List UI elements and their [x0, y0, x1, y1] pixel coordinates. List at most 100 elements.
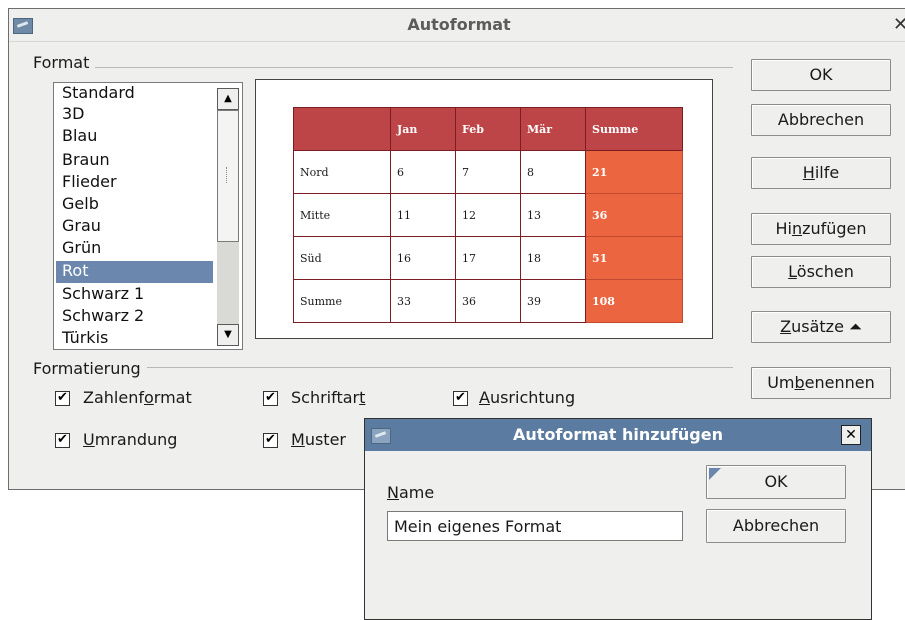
table-cell-sum: 51	[585, 236, 683, 280]
title-bar[interactable]: Autoformat hinzufügen ✕	[365, 419, 871, 451]
table-cell: 16	[390, 236, 456, 280]
list-item[interactable]: Schwarz 2	[56, 306, 213, 328]
format-preview: Jan Feb Mär Summe Nord 6 7 8 21 Mitte 11…	[255, 79, 713, 339]
close-icon[interactable]: ✕	[841, 425, 861, 445]
table-cell: 8	[520, 150, 586, 194]
alignment-checkbox[interactable]: ✔	[453, 391, 468, 406]
format-listbox[interactable]: Standard 3D Blau Braun Flieder Gelb Grau…	[53, 82, 243, 350]
grip-icon	[226, 167, 229, 183]
more-label: usätze	[791, 317, 844, 336]
dialog-title: Autoformat	[407, 15, 511, 34]
list-item[interactable]: 3D	[56, 104, 213, 126]
number-format-checkbox[interactable]: ✔	[55, 391, 70, 406]
table-cell	[293, 107, 391, 151]
label-mnemonic: t	[359, 388, 366, 407]
label-mnemonic: A	[479, 388, 490, 407]
label-mnemonic: o	[143, 388, 154, 407]
more-mnemonic: Z	[780, 317, 792, 336]
close-icon[interactable]: ✕	[893, 14, 905, 36]
table-cell: 36	[455, 279, 521, 323]
pattern-checkbox[interactable]: ✔	[263, 433, 278, 448]
list-item[interactable]: Grau	[56, 216, 213, 238]
cancel-button[interactable]: Abbrechen	[751, 104, 891, 136]
format-group-separator	[93, 67, 733, 68]
label-part: Schriftar	[291, 388, 360, 407]
collapse-arrow-icon: ⏶	[849, 317, 862, 336]
border-label[interactable]: Umrandung	[83, 430, 177, 449]
font-label[interactable]: Schriftart	[291, 388, 365, 407]
table-cell: Jan	[390, 107, 456, 151]
table-row: Nord 6 7 8 21	[293, 150, 683, 194]
help-label: ilfe	[814, 163, 840, 182]
scroll-up-icon[interactable]: ▲	[217, 88, 239, 110]
table-cell: 6	[390, 150, 456, 194]
list-item[interactable]: Braun	[56, 150, 213, 172]
list-item[interactable]: Standard	[56, 83, 213, 105]
label-part: Zahlenf	[83, 388, 144, 407]
table-cell: 7	[455, 150, 521, 194]
table-cell: Nord	[293, 150, 391, 194]
list-item[interactable]: Grün	[56, 238, 213, 260]
title-bar[interactable]: Autoformat ✕	[9, 9, 905, 42]
dialog-title: Autoformat hinzufügen	[513, 425, 723, 444]
label-part: uster	[304, 430, 346, 449]
add-label-post: zufügen	[802, 219, 867, 238]
table-cell: Mitte	[293, 193, 391, 237]
list-scrollbar[interactable]: ▲ ▼	[217, 88, 239, 346]
list-item[interactable]: Schwarz 1	[56, 284, 213, 306]
list-item[interactable]: Türkis	[56, 328, 213, 349]
help-button[interactable]: Hilfe	[751, 157, 891, 189]
table-cell-sum: 108	[585, 279, 683, 323]
label-mnemonic: U	[83, 430, 95, 449]
label-mnemonic: M	[291, 430, 305, 449]
format-group-label: Format	[33, 53, 96, 72]
delete-button[interactable]: Löschen	[751, 256, 891, 288]
pattern-label[interactable]: Muster	[291, 430, 346, 449]
name-input[interactable]: Mein eigenes Format	[387, 511, 683, 541]
table-cell: 33	[390, 279, 456, 323]
table-cell: 18	[520, 236, 586, 280]
list-item-selected[interactable]: Rot	[56, 261, 213, 283]
table-cell: Summe	[585, 107, 683, 151]
ok-button[interactable]: OK	[706, 465, 846, 499]
table-row: Summe 33 36 39 108	[293, 279, 683, 323]
font-checkbox[interactable]: ✔	[263, 391, 278, 406]
name-label-rest: ame	[398, 483, 435, 502]
cancel-button[interactable]: Abbrechen	[706, 509, 846, 543]
table-cell: Summe	[293, 279, 391, 323]
preview-table: Jan Feb Mär Summe Nord 6 7 8 21 Mitte 11…	[293, 107, 683, 323]
number-format-label[interactable]: Zahlenformat	[83, 388, 192, 407]
scrollbar-thumb[interactable]	[217, 110, 239, 242]
table-row: Süd 16 17 18 51	[293, 236, 683, 280]
label-part: rmat	[153, 388, 192, 407]
table-header-row: Jan Feb Mär Summe	[293, 107, 683, 151]
scroll-down-icon[interactable]: ▼	[217, 324, 239, 346]
table-cell-sum: 21	[585, 150, 683, 194]
list-item[interactable]: Blau	[56, 126, 213, 148]
default-button-marker-icon	[709, 468, 721, 480]
formatting-group-separator	[139, 367, 733, 368]
list-item[interactable]: Flieder	[56, 172, 213, 194]
table-cell: 17	[455, 236, 521, 280]
add-button[interactable]: Hinzufügen	[751, 213, 891, 245]
name-mnemonic: N	[387, 483, 399, 502]
table-row: Mitte 11 12 13 36	[293, 193, 683, 237]
label-part: usrichtung	[489, 388, 576, 407]
more-options-button[interactable]: Zusätze ⏶	[751, 311, 891, 343]
table-cell: 11	[390, 193, 456, 237]
rename-mnemonic: b	[794, 373, 805, 392]
table-cell: Mär	[520, 107, 586, 151]
add-mnemonic: n	[791, 219, 803, 238]
delete-mnemonic: L	[788, 262, 797, 281]
rename-label-post: enennen	[804, 373, 875, 392]
rename-button[interactable]: Umbenennen	[751, 367, 891, 399]
border-checkbox[interactable]: ✔	[55, 433, 70, 448]
table-cell: Feb	[455, 107, 521, 151]
rename-label-pre: Um	[767, 373, 795, 392]
list-item[interactable]: Gelb	[56, 194, 213, 216]
ok-button[interactable]: OK	[751, 59, 891, 91]
name-label: Name	[387, 483, 434, 502]
label-part: mrandung	[94, 430, 178, 449]
alignment-label[interactable]: Ausrichtung	[479, 388, 575, 407]
table-cell: Süd	[293, 236, 391, 280]
